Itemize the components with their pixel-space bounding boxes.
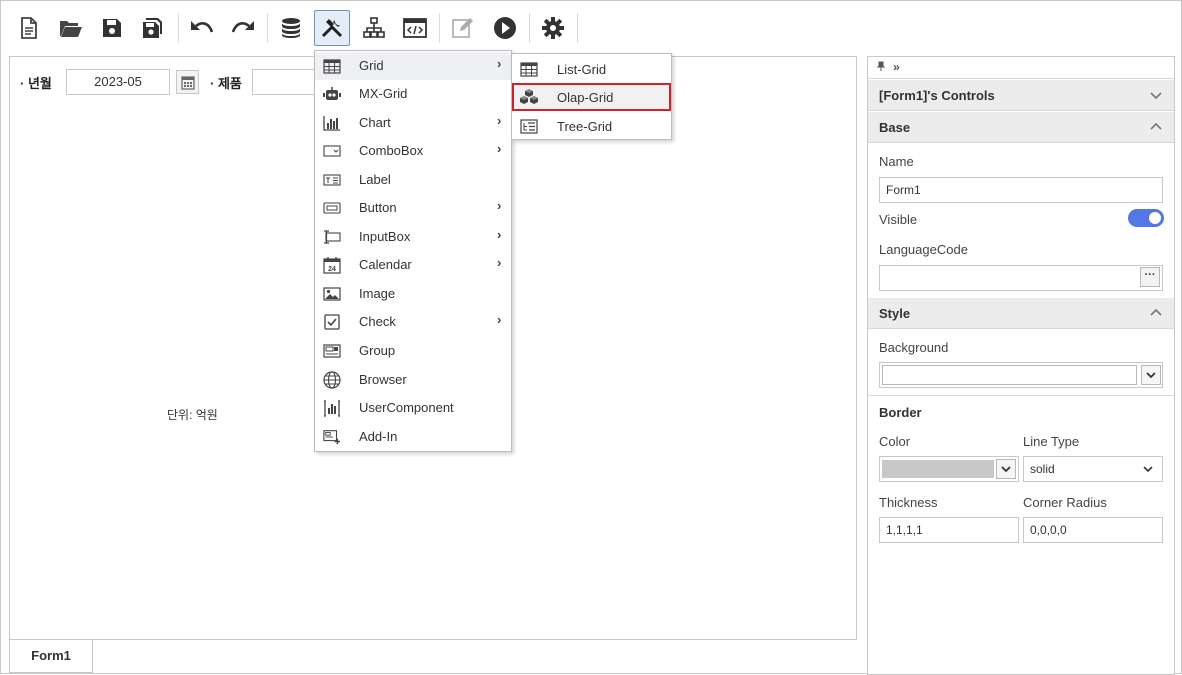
database-icon[interactable] [273, 10, 309, 46]
menu-item-image[interactable]: Image [315, 280, 511, 308]
play-icon[interactable] [487, 10, 523, 46]
menu-item-check[interactable]: Check › [315, 308, 511, 336]
form-tabbar: Form1 [9, 640, 857, 674]
olap-grid-icon [519, 88, 539, 106]
inputbox-icon [323, 228, 341, 246]
list-grid-icon [519, 60, 539, 78]
menu-item-calendar[interactable]: 24 Calendar › [315, 251, 511, 279]
check-icon [323, 313, 341, 331]
thickness-input[interactable]: 1,1,1,1 [879, 517, 1019, 543]
undo-icon[interactable] [184, 10, 220, 46]
gear-icon[interactable] [535, 10, 571, 46]
chart-icon [323, 114, 341, 132]
menu-item-browser[interactable]: Browser [315, 366, 511, 394]
svg-text:24: 24 [328, 266, 336, 273]
visible-label: Visible [879, 212, 918, 227]
designer-app: · 년월 2023-05 · 제품 단위: 억원 Form1 Grid › MX… [0, 0, 1182, 675]
expand-icon[interactable]: » [893, 60, 900, 74]
controls-title: [Form1]'s Controls [879, 88, 995, 103]
grid-icon [323, 57, 341, 75]
tools-icon[interactable] [314, 10, 350, 46]
properties-panel: » [Form1]'s Controls Base Name Form1 Vis… [867, 56, 1175, 675]
border-color-swatch [882, 460, 994, 478]
line-type-select[interactable]: solid [1023, 456, 1163, 482]
style-section-header[interactable]: Style [868, 298, 1174, 329]
background-color-swatch [882, 365, 1137, 385]
image-icon [323, 285, 341, 303]
user-component-icon [323, 399, 341, 417]
pin-icon[interactable] [876, 61, 886, 74]
pin-toolbar: » [868, 57, 1174, 79]
redo-icon[interactable] [225, 10, 261, 46]
base-section-header[interactable]: Base [868, 112, 1174, 143]
menu-item-group[interactable]: Group [315, 337, 511, 365]
calendar-icon[interactable] [176, 70, 199, 94]
corner-radius-input[interactable]: 0,0,0,0 [1023, 517, 1163, 543]
menu-item-label[interactable]: Label [315, 166, 511, 194]
submenu-item-list-grid[interactable]: List-Grid [512, 55, 671, 83]
border-label: Border [879, 405, 922, 420]
name-input[interactable]: Form1 [879, 177, 1163, 203]
toolbar [1, 1, 1181, 51]
hierarchy-icon[interactable] [356, 10, 392, 46]
unit-label: 단위: 억원 [167, 408, 218, 422]
language-code-label: LanguageCode [879, 242, 968, 257]
controls-section-header[interactable]: [Form1]'s Controls [868, 80, 1174, 111]
base-section-title: Base [879, 120, 911, 135]
menu-item-grid[interactable]: Grid › [315, 52, 511, 80]
language-code-input[interactable] [879, 265, 1163, 291]
label-icon [323, 171, 341, 189]
name-label: Name [879, 154, 914, 169]
add-in-icon [323, 428, 341, 446]
visible-toggle[interactable] [1128, 209, 1164, 227]
more-options-button[interactable]: ··· [1140, 267, 1160, 287]
tab-form1[interactable]: Form1 [9, 640, 93, 673]
line-type-label: Line Type [1023, 434, 1080, 449]
edit-icon[interactable] [445, 10, 481, 46]
open-folder-icon[interactable] [53, 10, 89, 46]
grid-submenu: List-Grid Olap-Grid Tree-Grid [511, 53, 672, 140]
chevron-up-icon [1150, 122, 1162, 130]
menu-item-combobox[interactable]: ComboBox › [315, 137, 511, 165]
submenu-item-olap-grid[interactable]: Olap-Grid [512, 83, 671, 111]
product-label: · 제품 [210, 76, 242, 91]
combobox-icon [323, 142, 341, 160]
code-window-icon[interactable] [397, 10, 433, 46]
style-section-title: Style [879, 306, 911, 321]
save-all-icon[interactable] [135, 10, 171, 46]
calendar-icon: 24 [323, 256, 341, 274]
chevron-down-icon[interactable] [996, 459, 1016, 479]
background-label: Background [879, 340, 949, 355]
robot-icon [323, 85, 341, 103]
thickness-label: Thickness [879, 495, 938, 510]
tree-grid-icon [519, 117, 539, 135]
corner-radius-label: Corner Radius [1023, 495, 1107, 510]
menu-item-inputbox[interactable]: InputBox › [315, 223, 511, 251]
button-icon [323, 199, 341, 217]
year-month-label: · 년월 [20, 76, 52, 91]
menu-item-user-component[interactable]: UserComponent [315, 394, 511, 422]
new-document-icon[interactable] [11, 10, 47, 46]
chevron-down-icon [1150, 92, 1162, 100]
year-month-input[interactable]: 2023-05 [66, 69, 170, 95]
chevron-up-icon [1150, 308, 1162, 316]
submenu-item-tree-grid[interactable]: Tree-Grid [512, 112, 671, 140]
globe-icon [323, 371, 341, 389]
chevron-down-icon[interactable] [1141, 365, 1161, 385]
color-label: Color [879, 434, 911, 449]
menu-item-mx-grid[interactable]: MX-Grid [315, 80, 511, 108]
group-icon [323, 342, 341, 360]
controls-menu: Grid › MX-Grid Chart › ComboBox › Label … [314, 50, 512, 452]
menu-item-add-in[interactable]: Add-In [315, 423, 511, 451]
chevron-down-icon [1143, 466, 1153, 473]
menu-item-button[interactable]: Button › [315, 194, 511, 222]
menu-item-chart[interactable]: Chart › [315, 109, 511, 137]
save-icon[interactable] [94, 10, 130, 46]
